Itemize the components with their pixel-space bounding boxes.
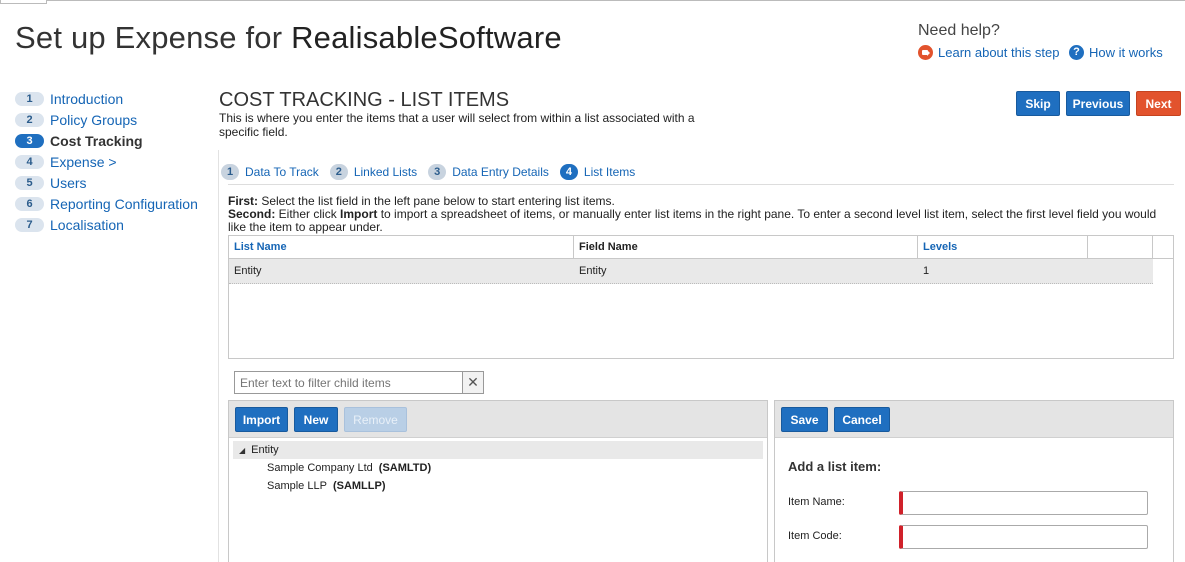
- column-extra: [1088, 236, 1153, 258]
- filter-box: ✕: [234, 371, 484, 394]
- step-label: Reporting Configuration: [50, 195, 198, 212]
- tab-linked-lists[interactable]: 2 Linked Lists: [329, 164, 418, 180]
- tab-label: Data To Track: [245, 165, 319, 179]
- first-text: Select the list field in the left pane b…: [258, 194, 615, 208]
- help-title: Need help?: [918, 22, 1000, 39]
- step-expense[interactable]: 4 Expense >: [15, 151, 215, 172]
- step-number: 4: [15, 154, 44, 169]
- tab-data-to-track[interactable]: 1 Data To Track: [221, 164, 319, 180]
- column-field-name: Field Name: [574, 236, 918, 258]
- step-label: Localisation: [50, 216, 124, 233]
- item-code-field[interactable]: [899, 525, 1148, 549]
- table-header: List Name Field Name Levels: [229, 236, 1173, 259]
- list-items-tree: ◢ Entity Sample Company Ltd (SAMLTD) Sampl…: [229, 438, 767, 498]
- tree-item[interactable]: Sample LLP (SAMLLP): [233, 477, 763, 495]
- tree-item-code: (SAMLLP): [332, 480, 386, 492]
- setup-steps-nav: 1 Introduction 2 Policy Groups 3 Cost Track…: [15, 88, 215, 235]
- step-label: Introduction: [50, 90, 124, 107]
- video-icon: [918, 45, 933, 60]
- add-item-pane: Save Cancel Add a list item: Item Name: …: [774, 400, 1174, 562]
- list-fields-table: List Name Field Name Levels Entity Entit…: [228, 235, 1174, 359]
- tab-number: 2: [329, 164, 348, 180]
- item-name-label: Item Name:: [788, 496, 845, 508]
- step-label: Expense >: [50, 153, 117, 170]
- page-title: Set up Expense for RealisableSoftware: [15, 20, 562, 56]
- browser-tab-edge: [0, 0, 47, 4]
- step-number: 1: [15, 91, 44, 106]
- second-text-a: Either click: [275, 207, 341, 221]
- import-button[interactable]: Import: [235, 407, 288, 432]
- instruction-second: Second: Either click Import to import a …: [228, 208, 1174, 234]
- step-number: 2: [15, 112, 44, 127]
- cancel-button[interactable]: Cancel: [834, 407, 890, 432]
- cell-levels: 1: [923, 265, 930, 277]
- remove-button[interactable]: Remove: [344, 407, 407, 432]
- tree-item[interactable]: Sample Company Ltd (SAMLTD): [233, 459, 763, 477]
- question-icon: ?: [1069, 44, 1085, 60]
- tree-item-code: (SAMLTD): [378, 462, 432, 474]
- item-code-label: Item Code:: [788, 530, 842, 542]
- learn-about-step-link[interactable]: Learn about this step: [918, 45, 1059, 60]
- tree-root-label: Entity: [251, 444, 279, 456]
- tab-number: 3: [428, 164, 447, 180]
- next-button[interactable]: Next: [1136, 91, 1181, 116]
- tree-root-node[interactable]: ◢ Entity: [233, 441, 763, 459]
- step-policy-groups[interactable]: 2 Policy Groups: [15, 109, 215, 130]
- step-users[interactable]: 5 Users: [15, 172, 215, 193]
- list-items-toolbar: Import New Remove: [229, 401, 767, 438]
- step-localisation[interactable]: 7 Localisation: [15, 214, 215, 235]
- expand-caret-icon[interactable]: ◢: [239, 446, 245, 455]
- cell-list-name: Entity: [234, 265, 262, 277]
- instructions: First: Select the list field in the left…: [228, 184, 1174, 234]
- learn-link-label: Learn about this step: [938, 45, 1060, 60]
- new-button[interactable]: New: [294, 407, 338, 432]
- sidebar-divider: [218, 150, 219, 562]
- previous-button[interactable]: Previous: [1066, 91, 1130, 116]
- step-introduction[interactable]: 1 Introduction: [15, 88, 215, 109]
- clear-filter-icon[interactable]: ✕: [462, 372, 483, 393]
- cell-field-name: Entity: [579, 265, 607, 277]
- section-title: COST TRACKING - LIST ITEMS: [219, 89, 510, 111]
- help-panel: Need help? Learn about this step ? How it…: [918, 22, 1169, 60]
- how-link-label: How it works: [1089, 44, 1163, 60]
- item-name-field[interactable]: [899, 491, 1148, 515]
- column-list-name[interactable]: List Name: [229, 236, 574, 258]
- column-levels[interactable]: Levels: [918, 236, 1088, 258]
- step-label: Users: [50, 174, 87, 191]
- tree-item-name: Sample LLP: [267, 480, 327, 492]
- step-number: 5: [15, 175, 44, 190]
- skip-button[interactable]: Skip: [1016, 91, 1060, 116]
- list-items-pane: Import New Remove ◢ Entity Sample Company…: [228, 400, 768, 562]
- help-links: Learn about this step ? How it works: [918, 43, 1169, 60]
- add-item-title: Add a list item:: [788, 459, 882, 474]
- tab-number: 1: [221, 164, 239, 180]
- tab-label: Data Entry Details: [452, 165, 549, 179]
- how-it-works-link[interactable]: ? How it works: [1069, 44, 1163, 60]
- tab-data-entry-details[interactable]: 3 Data Entry Details: [428, 164, 549, 180]
- step-number: 3: [15, 133, 44, 148]
- second-label: Second:: [228, 207, 276, 221]
- save-button[interactable]: Save: [781, 407, 828, 432]
- tab-list-items[interactable]: 4 List Items: [559, 164, 636, 180]
- add-item-toolbar: Save Cancel: [775, 401, 1173, 438]
- tab-number: 4: [559, 164, 578, 180]
- step-reporting-configuration[interactable]: 6 Reporting Configuration: [15, 193, 215, 214]
- step-number: 7: [15, 217, 44, 232]
- tree-item-name: Sample Company Ltd: [267, 462, 373, 474]
- step-label: Cost Tracking: [50, 132, 143, 149]
- table-row[interactable]: Entity Entity 1: [229, 259, 1153, 284]
- step-number: 6: [15, 196, 44, 211]
- tab-label: List Items: [583, 165, 636, 179]
- first-label: First:: [228, 194, 258, 208]
- section-description: This is where you enter the items that a…: [219, 111, 695, 139]
- step-cost-tracking[interactable]: 3 Cost Tracking: [15, 130, 215, 151]
- browser-top-strip: [0, 0, 1185, 4]
- company-name: RealisableSoftware: [291, 20, 562, 55]
- substep-tabs: 1 Data To Track 2 Linked Lists 3 Data Entry…: [221, 164, 646, 180]
- filter-input[interactable]: [235, 372, 462, 393]
- tab-label: Linked Lists: [353, 165, 418, 179]
- second-import-word: Import: [340, 207, 378, 221]
- page-title-prefix: Set up Expense for: [15, 20, 292, 55]
- step-label: Policy Groups: [50, 111, 138, 128]
